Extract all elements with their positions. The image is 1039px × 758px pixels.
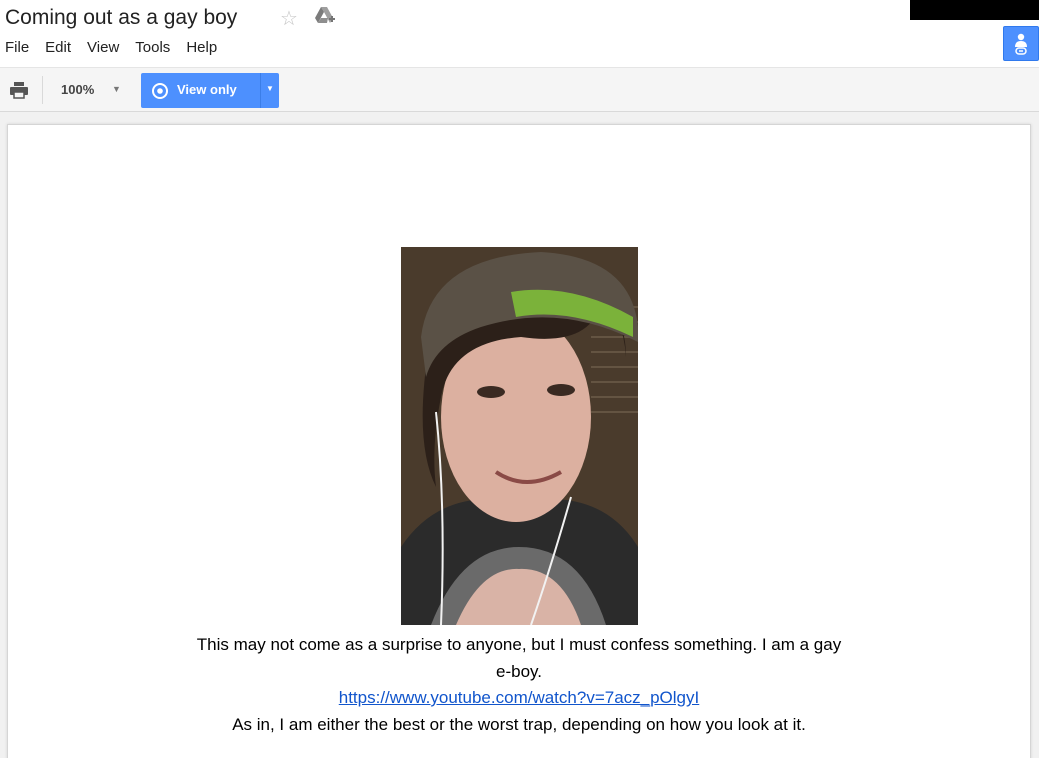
print-icon[interactable] — [9, 81, 29, 99]
view-mode-label: View only — [177, 82, 237, 97]
share-button[interactable] — [1003, 26, 1039, 61]
menu-tools[interactable]: Tools — [135, 39, 178, 56]
menu-bar: File Edit View Tools Help — [5, 39, 233, 56]
redacted-account-area — [910, 0, 1039, 20]
title-bar: Coming out as a gay boy ☆ File Edit View… — [0, 0, 1039, 67]
menu-edit[interactable]: Edit — [45, 39, 79, 56]
document-paragraph-line2: e-boy. — [496, 662, 542, 681]
docs-window: Coming out as a gay boy ☆ File Edit View… — [0, 0, 1039, 758]
view-mode-button[interactable]: View only ▼ — [141, 73, 279, 108]
menu-file[interactable]: File — [5, 39, 37, 56]
toolbar: 100% ▼ View only ▼ — [0, 67, 1039, 112]
eye-icon — [152, 83, 168, 99]
chevron-down-icon[interactable]: ▼ — [112, 84, 121, 94]
document-paragraph-line1: This may not come as a surprise to anyon… — [196, 635, 842, 654]
menu-help[interactable]: Help — [186, 39, 225, 56]
document-page: This may not come as a surprise to anyon… — [7, 124, 1031, 758]
document-paragraph-line3: As in, I am either the best or the worst… — [232, 715, 806, 734]
person-icon — [1015, 33, 1027, 55]
star-icon[interactable]: ☆ — [280, 6, 298, 31]
document-title[interactable]: Coming out as a gay boy — [5, 6, 237, 30]
drive-add-icon[interactable] — [314, 6, 336, 26]
chevron-down-icon[interactable]: ▼ — [266, 84, 274, 93]
button-divider — [260, 73, 261, 108]
zoom-select[interactable]: 100% — [61, 82, 94, 97]
youtube-link[interactable]: https://www.youtube.com/watch?v=7acz_pOl… — [339, 688, 700, 707]
document-link-row: https://www.youtube.com/watch?v=7acz_pOl… — [8, 688, 1030, 708]
menu-view[interactable]: View — [87, 39, 127, 56]
profile-photo — [401, 247, 638, 625]
toolbar-divider — [42, 76, 43, 104]
